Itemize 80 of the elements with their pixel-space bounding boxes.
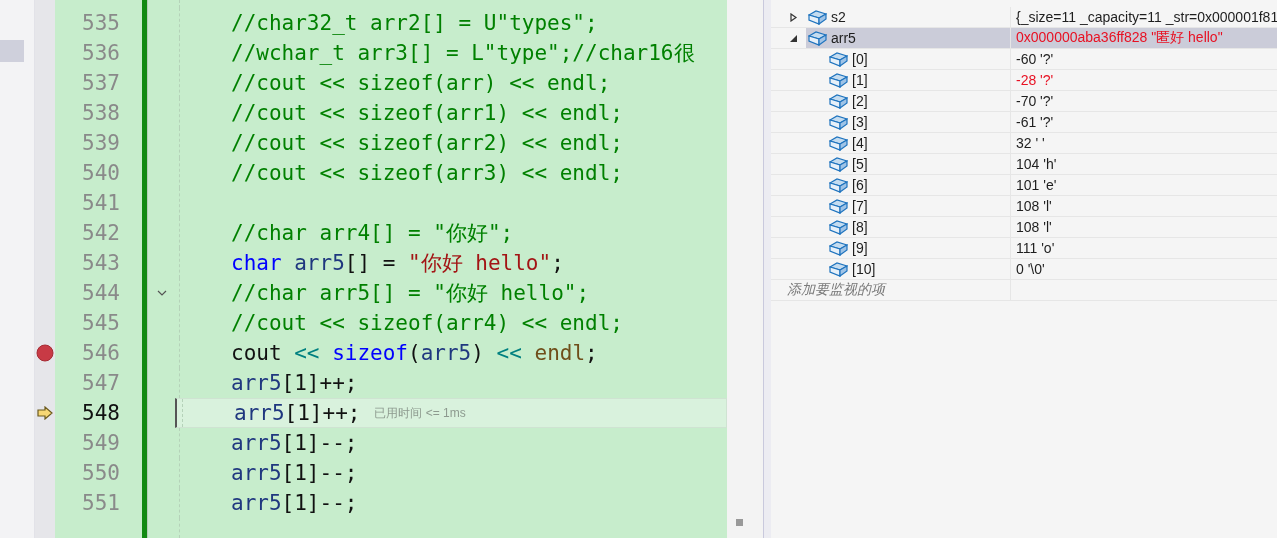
watch-variable-icon xyxy=(829,240,848,256)
watch-variable-icon xyxy=(829,198,848,214)
line-number: 539 xyxy=(81,130,120,157)
watch-name-cell[interactable]: [3] xyxy=(827,112,1010,132)
watch-name-cell[interactable]: arr5 xyxy=(806,28,1010,48)
line-number: 541 xyxy=(81,190,120,217)
watch-variable-icon xyxy=(829,261,848,277)
line-number: 549 xyxy=(81,430,120,457)
watch-value: {_size=11 _capacity=11 _str=0x000001f81 xyxy=(1015,8,1277,27)
watch-variable-icon xyxy=(829,219,848,235)
watch-value: -28 '?' xyxy=(1015,71,1055,90)
watch-value: 104 'h' xyxy=(1015,155,1058,174)
line-number: 550 xyxy=(81,460,120,487)
code-line: //cout << sizeof(arr) << endl; xyxy=(231,70,611,97)
line-number: 542 xyxy=(81,220,120,247)
code-line: //char32_t arr2[] = U"types"; xyxy=(231,10,598,37)
watch-variable-icon xyxy=(808,9,827,25)
line-number: 536 xyxy=(81,40,120,67)
watch-value: 0 '\0' xyxy=(1015,260,1046,279)
watch-value: 101 'e' xyxy=(1015,176,1058,195)
line-number: 545 xyxy=(81,310,120,337)
watch-variable-icon xyxy=(829,72,848,88)
line-number: 538 xyxy=(81,100,120,127)
line-number: 544 xyxy=(81,280,120,307)
watch-value: 108 'l' xyxy=(1015,218,1053,237)
watch-variable-icon xyxy=(829,51,848,67)
add-watch-placeholder[interactable]: 添加要监视的项 xyxy=(785,281,885,299)
code-line: arr5[1]--; xyxy=(231,490,358,517)
watch-variable-icon xyxy=(808,30,827,46)
line-number: 543 xyxy=(81,250,120,277)
code-line: //cout << sizeof(arr2) << endl; xyxy=(231,130,623,157)
tab-highlight xyxy=(0,40,24,62)
watch-name-cell[interactable]: [5] xyxy=(827,154,1010,174)
code-line: //char arr5[] = "你好 hello"; xyxy=(231,280,590,307)
watch-variable-icon xyxy=(829,177,848,193)
watch-name-cell[interactable]: [8] xyxy=(827,217,1010,237)
collapse-arrow-icon[interactable] xyxy=(789,33,798,43)
watch-name-cell[interactable]: [2] xyxy=(827,91,1010,111)
code-line: //wchar_t arr3[] = L"type";//char16很 xyxy=(231,40,695,67)
expand-arrow-icon[interactable] xyxy=(789,12,798,22)
elapsed-time-hint: 已用时间 <= 1ms xyxy=(374,404,466,422)
watch-name-cell[interactable]: [7] xyxy=(827,196,1010,216)
watch-value: -60 '?' xyxy=(1015,50,1055,69)
line-number: 546 xyxy=(81,340,120,367)
watch-value: -70 '?' xyxy=(1015,92,1055,111)
watch-name-cell[interactable]: [10] xyxy=(827,259,1010,279)
line-number: 537 xyxy=(81,70,120,97)
watch-value: -61 '?' xyxy=(1015,113,1055,132)
watch-value: 111 'o' xyxy=(1015,239,1056,258)
watch-name-cell[interactable]: [6] xyxy=(827,175,1010,195)
resize-grip-icon[interactable] xyxy=(736,519,743,526)
code-line: //cout << sizeof(arr3) << endl; xyxy=(231,160,623,187)
breakpoint-icon[interactable] xyxy=(36,344,54,362)
line-number: 535 xyxy=(81,10,120,37)
watch-name-cell[interactable]: [9] xyxy=(827,238,1010,258)
code-line: arr5[1]++; xyxy=(234,400,361,427)
watch-variable-icon xyxy=(829,156,848,172)
watch-variable-icon xyxy=(829,135,848,151)
code-line: //cout << sizeof(arr4) << endl; xyxy=(231,310,623,337)
watch-name-cell[interactable]: [1] xyxy=(827,70,1010,90)
watch-name-cell[interactable]: s2 xyxy=(806,7,1010,27)
watch-name-cell[interactable]: [0] xyxy=(827,49,1010,69)
line-number: 547 xyxy=(81,370,120,397)
line-number: 548 xyxy=(81,400,120,427)
line-number: 540 xyxy=(81,160,120,187)
fold-chevron-icon[interactable] xyxy=(156,289,167,297)
code-line: //char arr4[] = "你好"; xyxy=(231,220,514,247)
code-line: arr5[1]--; xyxy=(231,460,358,487)
watch-name-cell[interactable]: [4] xyxy=(827,133,1010,153)
watch-value: 0x000000aba36ff828 "匿好 hello" xyxy=(1011,28,1277,48)
watch-variable-icon xyxy=(829,114,848,130)
code-line: arr5[1]++; xyxy=(231,370,358,397)
line-number: 551 xyxy=(81,490,120,517)
watch-value: 32 ' ' xyxy=(1015,134,1046,153)
code-line: char arr5[] = "你好 hello"; xyxy=(231,250,564,277)
code-line: //cout << sizeof(arr1) << endl; xyxy=(231,100,623,127)
watch-variable-icon xyxy=(829,93,848,109)
watch-value: 108 'l' xyxy=(1015,197,1053,216)
code-line: arr5[1]--; xyxy=(231,430,358,457)
code-line: cout << sizeof(arr5) << endl; xyxy=(231,340,598,367)
